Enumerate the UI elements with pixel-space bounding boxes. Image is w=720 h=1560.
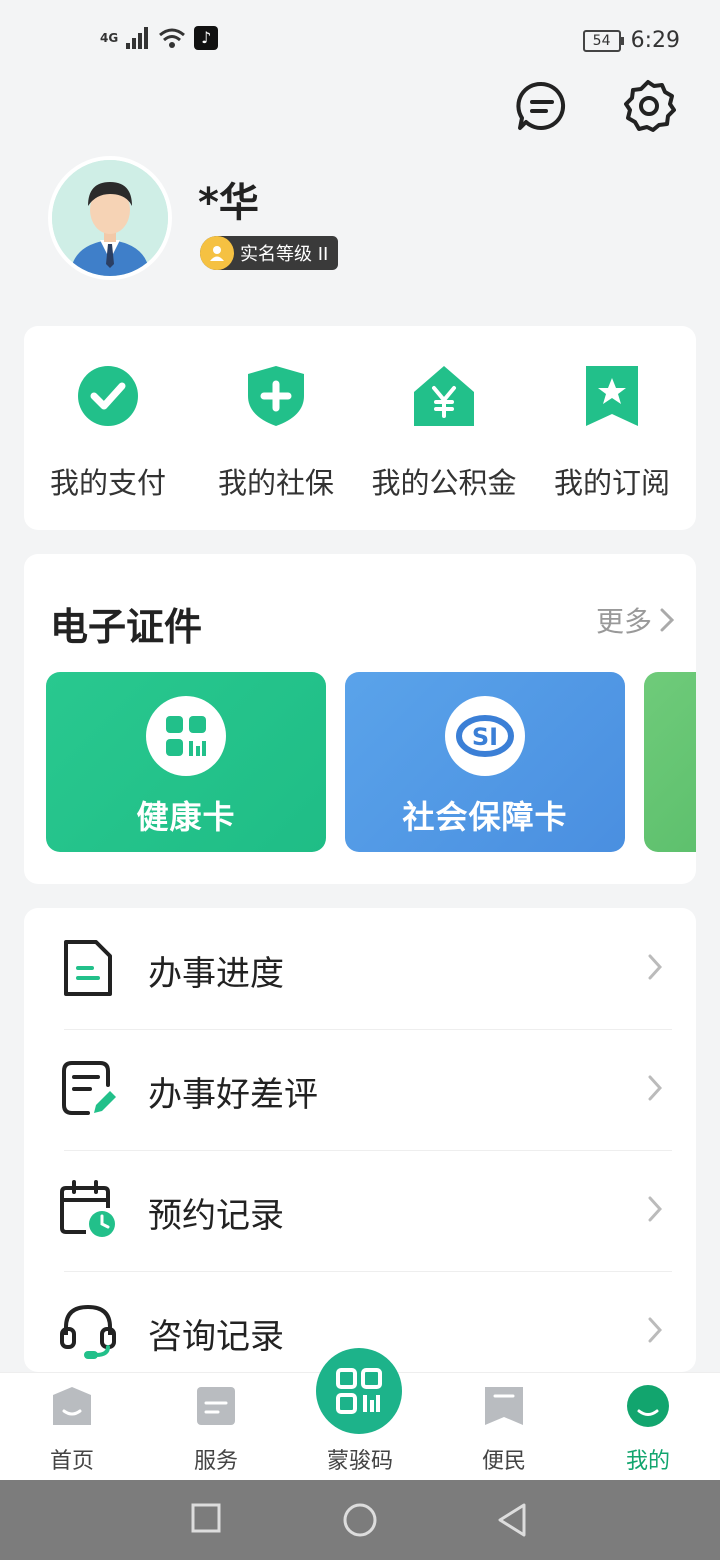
edit-doc-icon [62, 1061, 116, 1115]
partial-card-tile[interactable] [644, 672, 696, 852]
social-card-label: 社会保障卡 [402, 798, 568, 836]
list-item-evaluation[interactable]: 办事好差评 [24, 1029, 696, 1150]
health-card-label: 健康卡 [136, 798, 236, 836]
quick-action-label: 我的订阅 [553, 466, 670, 500]
quick-actions-card: 我的支付 我的社保 我的公积金 我的订阅 [24, 326, 696, 530]
tab-mine[interactable]: 我的 [576, 1373, 720, 1481]
tab-label: 便民 [481, 1449, 526, 1474]
status-bar: 4G ♪ 54 6:29 [0, 0, 720, 80]
qr-code-icon [336, 1368, 382, 1414]
certificates-card: 电子证件 更多 健康卡 SI 社会保障卡 [24, 554, 696, 884]
list-item-progress[interactable]: 办事进度 [24, 908, 696, 1029]
profile-header: *华 实名等级 II [48, 156, 648, 286]
qr-grid-icon [166, 716, 206, 756]
wifi-icon [159, 28, 186, 48]
battery-icon: 54 [582, 29, 624, 52]
back-triangle-icon[interactable] [496, 1502, 528, 1538]
status-right: 54 6:29 [582, 28, 680, 53]
records-list: 办事进度 办事好差评 预约记录 咨询记录 [24, 908, 696, 1372]
tab-label: 我的 [625, 1449, 670, 1474]
service-icon [197, 1387, 235, 1425]
calendar-clock-icon [60, 1180, 115, 1237]
verify-badge-label: 实名等级 II [240, 244, 329, 265]
home-icon [53, 1387, 91, 1425]
quick-action-label: 我的支付 [49, 466, 166, 500]
signal-icon [126, 27, 149, 49]
tab-label: 服务 [193, 1449, 238, 1474]
bookmark-star-icon [586, 366, 638, 426]
tab-label: 蒙骏码 [326, 1449, 393, 1474]
quick-action-label: 我的社保 [217, 466, 334, 500]
user-name: *华 [198, 180, 259, 226]
list-item-label: 预约记录 [148, 1196, 284, 1236]
headset-icon [60, 1304, 116, 1359]
tab-label: 首页 [49, 1449, 94, 1474]
clock: 6:29 [630, 28, 680, 53]
user-avatar-icon [52, 160, 168, 276]
tiktok-icon: ♪ [194, 26, 219, 50]
health-card-tile[interactable]: 健康卡 [46, 672, 326, 852]
tab-services[interactable]: 服务 [144, 1373, 288, 1481]
house-yen-icon [414, 366, 474, 426]
chevron-right-icon [660, 608, 674, 632]
document-icon [64, 940, 112, 996]
tab-convenience[interactable]: 便民 [432, 1373, 576, 1481]
list-item-label: 办事进度 [148, 954, 284, 994]
network-label: 4G [100, 31, 119, 45]
home-circle-icon[interactable] [342, 1502, 378, 1538]
message-icon[interactable] [514, 78, 570, 134]
user-badge-icon [200, 236, 234, 270]
health-card-icon-circle [146, 696, 226, 776]
chevron-right-icon [648, 1075, 662, 1101]
more-link[interactable]: 更多 [596, 600, 674, 640]
tab-home[interactable]: 首页 [0, 1373, 144, 1481]
shield-plus-icon [248, 366, 304, 426]
chevron-right-icon [648, 954, 662, 980]
more-label: 更多 [595, 605, 652, 638]
status-left: 4G ♪ [100, 26, 219, 50]
avatar[interactable] [48, 156, 172, 280]
chevron-right-icon [648, 1196, 662, 1222]
chevron-right-icon [648, 1317, 662, 1343]
list-item-appointments[interactable]: 预约记录 [24, 1150, 696, 1271]
profile-icon [627, 1385, 669, 1427]
list-item-label: 办事好差评 [148, 1075, 318, 1115]
section-title: 电子证件 [50, 605, 203, 649]
si-logo-icon: SI [456, 715, 514, 757]
bookmark-icon [485, 1387, 523, 1425]
quick-action-payment[interactable]: 我的支付 [24, 326, 192, 530]
settings-icon[interactable] [620, 78, 676, 134]
quick-action-social-security[interactable]: 我的社保 [192, 326, 360, 530]
check-circle-icon [78, 366, 138, 426]
social-card-icon-circle: SI [445, 696, 525, 776]
recent-apps-icon[interactable] [190, 1502, 222, 1534]
mengjun-code-button[interactable] [316, 1348, 402, 1434]
quick-action-housing-fund[interactable]: 我的公积金 [360, 326, 528, 530]
system-nav-bar [0, 1480, 720, 1560]
svg-text:SI: SI [472, 723, 498, 751]
header-actions [514, 78, 676, 134]
verify-badge[interactable]: 实名等级 II [200, 236, 339, 270]
quick-action-label: 我的公积金 [371, 466, 517, 500]
list-item-label: 咨询记录 [148, 1317, 284, 1357]
social-security-card-tile[interactable]: SI 社会保障卡 [345, 672, 625, 852]
quick-action-subscription[interactable]: 我的订阅 [528, 326, 696, 530]
